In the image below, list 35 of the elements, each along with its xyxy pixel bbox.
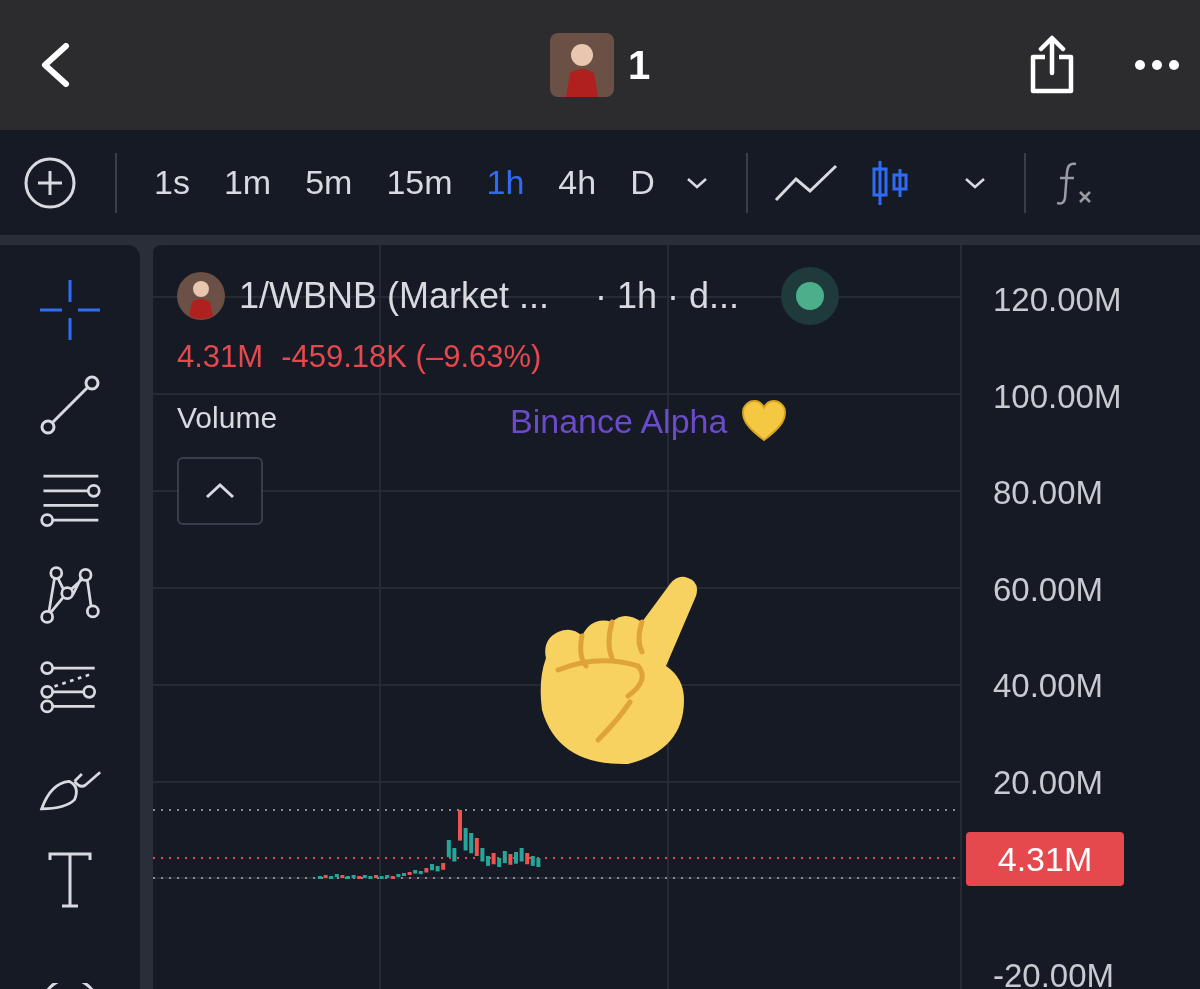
chevron-up-icon: [204, 482, 236, 500]
timeframe-tab[interactable]: 15m: [369, 163, 470, 202]
pattern-icon[interactable]: [38, 563, 102, 627]
axis-label: 60.00M: [993, 570, 1104, 609]
interval-label: · 1h · d...: [595, 275, 740, 317]
axis-label: 80.00M: [993, 474, 1104, 513]
more-icon[interactable]: [1134, 59, 1181, 71]
header-title: 1: [628, 42, 651, 88]
add-icon[interactable]: [23, 155, 77, 210]
timeframe-tab[interactable]: 4h: [541, 163, 614, 202]
timeframe-tab[interactable]: 1s: [137, 163, 207, 202]
annotation-text: Binance Alpha: [510, 401, 728, 441]
avatar: [550, 33, 614, 97]
heart-icon: [741, 400, 788, 442]
axis-label: 40.00M: [993, 667, 1104, 706]
caret-icon[interactable]: [685, 176, 708, 189]
axis-label: 100.00M: [993, 377, 1122, 416]
trend-line-icon[interactable]: [38, 373, 102, 437]
price-value: 4.31M: [177, 339, 264, 375]
last-price-badge: 4.31M: [966, 832, 1124, 886]
symbol-name: 1/WBNB (Market ...: [239, 275, 550, 317]
line-chart-icon[interactable]: [773, 162, 838, 203]
timeframe-tab[interactable]: D: [613, 163, 672, 202]
caret-icon[interactable]: [963, 176, 986, 189]
axis-label: 120.00M: [993, 281, 1122, 320]
timeframe-tab[interactable]: 1m: [206, 163, 289, 202]
avatar: [177, 272, 225, 320]
axis-label: 20.00M: [993, 763, 1104, 802]
crosshair-icon[interactable]: [38, 278, 102, 342]
axis-label: -20.00M: [993, 956, 1115, 989]
timeframe-tab[interactable]: 5m: [288, 163, 370, 202]
timeframe-tab[interactable]: 1h: [469, 163, 542, 202]
price-change: -459.18K (–9.63%): [281, 339, 542, 375]
back-icon[interactable]: [40, 43, 70, 87]
study-name: Volume: [177, 401, 278, 435]
